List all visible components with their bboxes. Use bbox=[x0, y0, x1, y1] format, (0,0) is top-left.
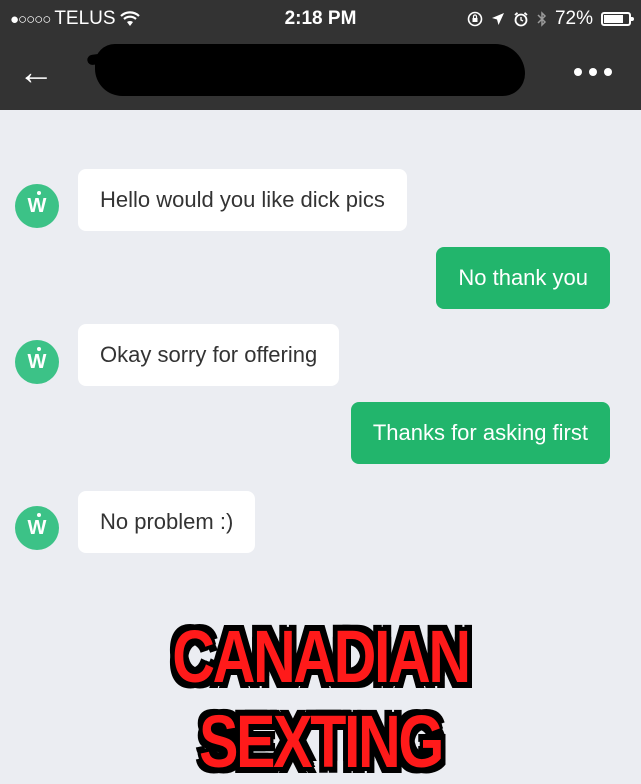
bluetooth-icon bbox=[537, 11, 547, 27]
meme-caption: CANADIAN SEXTING bbox=[172, 615, 471, 783]
avatar[interactable]: W bbox=[15, 184, 59, 228]
location-arrow-icon bbox=[491, 13, 504, 25]
chat-header: ← bbox=[0, 36, 641, 110]
avatar-initial: W bbox=[27, 194, 47, 217]
message-text: Hello would you like dick pics bbox=[100, 187, 385, 212]
battery-icon bbox=[601, 12, 634, 26]
avatar-initial: W bbox=[27, 516, 47, 539]
avatar[interactable]: W bbox=[15, 340, 59, 384]
message-text: Thanks for asking first bbox=[372, 420, 588, 445]
orientation-lock-icon bbox=[467, 11, 483, 27]
message-text: Okay sorry for offering bbox=[100, 342, 318, 367]
message-text: No thank you bbox=[458, 265, 588, 290]
status-right: 72% bbox=[467, 8, 634, 30]
message-text: No problem :) bbox=[100, 509, 234, 534]
message-bubble-incoming[interactable]: Okay sorry for offering bbox=[78, 324, 340, 386]
message-bubble-incoming[interactable]: No problem :) bbox=[78, 491, 256, 553]
alarm-clock-icon bbox=[514, 12, 528, 27]
status-bar: ●○○○○ TELUS 2:18 PM 72% bbox=[0, 0, 641, 36]
more-dots-icon bbox=[574, 68, 582, 76]
redacted-contact-name bbox=[95, 44, 525, 96]
back-arrow-icon: ← bbox=[18, 51, 54, 92]
message-bubble-outgoing[interactable]: Thanks for asking first bbox=[350, 402, 610, 464]
message-bubble-outgoing[interactable]: No thank you bbox=[436, 247, 610, 309]
avatar[interactable]: W bbox=[15, 506, 59, 550]
battery-percent: 72% bbox=[554, 8, 593, 29]
back-button[interactable]: ← bbox=[14, 48, 58, 96]
avatar-initial: W bbox=[27, 350, 47, 373]
message-bubble-incoming[interactable]: Hello would you like dick pics bbox=[78, 169, 407, 231]
more-options-button[interactable] bbox=[563, 54, 623, 90]
